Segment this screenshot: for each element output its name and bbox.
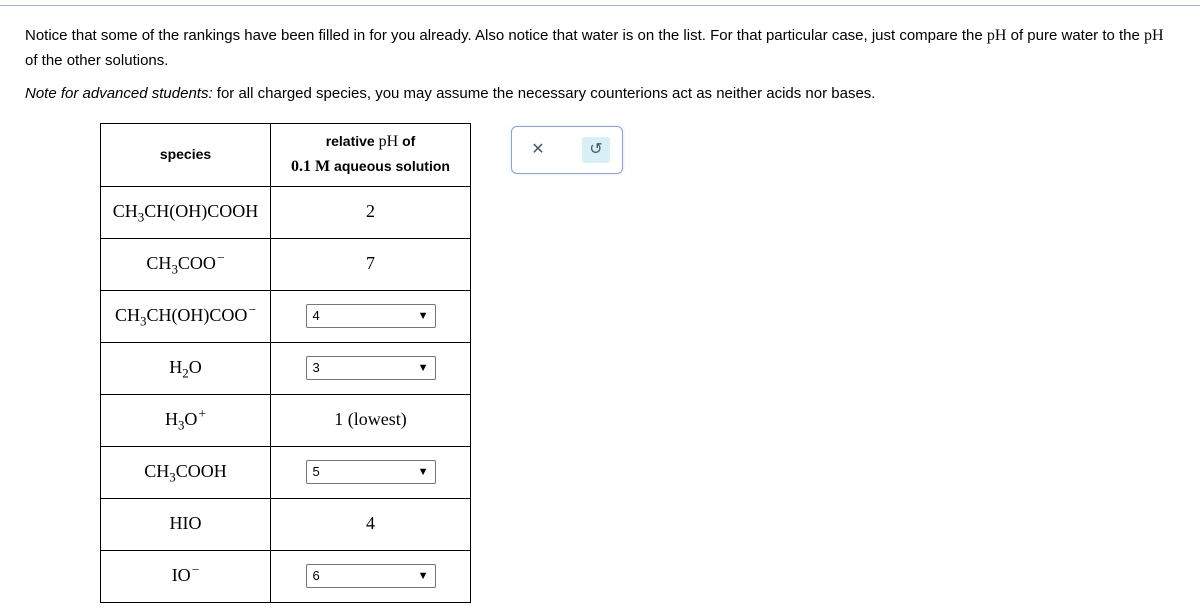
- formula-acetate: CH3COO−: [146, 253, 224, 273]
- chevron-down-icon: ▼: [418, 464, 429, 481]
- value-cell: 4: [271, 498, 471, 550]
- value-cell: 5 ▼: [271, 446, 471, 498]
- header-rel-a: relative: [326, 133, 379, 149]
- species-cell: CH3CH(OH)COOH: [101, 186, 271, 238]
- formula-hydronium: H3O+: [165, 409, 206, 429]
- formula-lactate: CH3CH(OH)COO−: [115, 305, 256, 325]
- formula-acetic-acid: CH3COOH: [144, 461, 227, 481]
- header-rel-d: aqueous solution: [330, 158, 450, 174]
- species-cell: H3O+: [101, 394, 271, 446]
- header-ph-line2: 0.1 M aqueous solution: [291, 158, 450, 174]
- species-cell: CH3CH(OH)COO−: [101, 290, 271, 342]
- formula-hypoiodite: IO−: [172, 565, 200, 585]
- static-value: 7: [366, 253, 375, 273]
- value-cell: 4 ▼: [271, 290, 471, 342]
- ranking-table: species relative pH of 0.1 M aqueous sol…: [100, 123, 471, 603]
- instruction-line-2: Note for advanced students: for all char…: [25, 82, 1175, 105]
- header-rel-b: of: [398, 133, 415, 149]
- formula-water: H2O: [169, 357, 201, 377]
- reset-button[interactable]: ↺: [582, 137, 610, 163]
- header-rel-c: 0.1 M: [291, 158, 330, 175]
- rank-select[interactable]: 4 ▼: [306, 304, 436, 328]
- intro-text-1a: Notice that some of the rankings have be…: [25, 27, 987, 44]
- clear-button[interactable]: ✕: [524, 137, 552, 163]
- species-cell: H2O: [101, 342, 271, 394]
- ph-symbol-1: pH: [987, 27, 1007, 44]
- select-value: 6: [313, 566, 418, 586]
- static-value: 2: [366, 201, 375, 221]
- note-label: Note for advanced students:: [25, 85, 213, 102]
- value-cell: 1 (lowest): [271, 394, 471, 446]
- table-row: CH3CH(OH)COOH 2: [101, 186, 471, 238]
- rank-select[interactable]: 3 ▼: [306, 356, 436, 380]
- static-value: 1 (lowest): [334, 409, 406, 429]
- note-rest: for all charged species, you may assume …: [213, 85, 876, 102]
- chevron-down-icon: ▼: [418, 568, 429, 585]
- reset-icon: ↺: [589, 138, 602, 163]
- value-cell: 2: [271, 186, 471, 238]
- select-value: 5: [313, 462, 418, 482]
- intro-text-1c: of the other solutions.: [25, 52, 168, 69]
- table-row: CH3COO− 7: [101, 238, 471, 290]
- instruction-block: Notice that some of the rankings have be…: [0, 6, 1200, 613]
- static-value: 4: [366, 513, 375, 533]
- species-cell: CH3COO−: [101, 238, 271, 290]
- formula-lactic-acid: CH3CH(OH)COOH: [113, 201, 259, 221]
- table-row: CH3CH(OH)COO− 4 ▼: [101, 290, 471, 342]
- value-cell: 7: [271, 238, 471, 290]
- main-row: species relative pH of 0.1 M aqueous sol…: [25, 123, 1175, 603]
- table-row: H3O+ 1 (lowest): [101, 394, 471, 446]
- select-value: 3: [313, 358, 418, 378]
- header-row: species relative pH of 0.1 M aqueous sol…: [101, 124, 471, 187]
- table-row: H2O 3 ▼: [101, 342, 471, 394]
- header-species-label: species: [160, 146, 211, 162]
- table-row: CH3COOH 5 ▼: [101, 446, 471, 498]
- table-row: IO− 6 ▼: [101, 550, 471, 602]
- ph-symbol-2: pH: [1144, 27, 1164, 44]
- intro-text-1b: of pure water to the: [1006, 27, 1144, 44]
- close-icon: ✕: [531, 138, 544, 163]
- header-species: species: [101, 124, 271, 187]
- header-ph-symbol: pH: [379, 133, 399, 150]
- species-cell: CH3COOH: [101, 446, 271, 498]
- header-ph: relative pH of 0.1 M aqueous solution: [271, 124, 471, 187]
- rank-select[interactable]: 5 ▼: [306, 460, 436, 484]
- chevron-down-icon: ▼: [418, 360, 429, 377]
- species-cell: IO−: [101, 550, 271, 602]
- table-row: HIO 4: [101, 498, 471, 550]
- toolbox: ✕ ↺: [511, 126, 623, 174]
- species-cell: HIO: [101, 498, 271, 550]
- rank-select[interactable]: 6 ▼: [306, 564, 436, 588]
- select-value: 4: [313, 306, 418, 326]
- value-cell: 6 ▼: [271, 550, 471, 602]
- chevron-down-icon: ▼: [418, 308, 429, 325]
- formula-hypoiodous-acid: HIO: [170, 513, 202, 533]
- header-ph-line1: relative pH of: [326, 133, 416, 149]
- value-cell: 3 ▼: [271, 342, 471, 394]
- instruction-line-1: Notice that some of the rankings have be…: [25, 24, 1175, 72]
